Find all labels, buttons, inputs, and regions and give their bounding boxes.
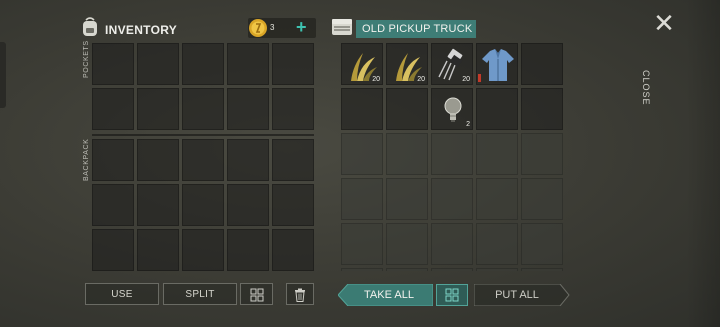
container-slot[interactable] [476, 178, 518, 220]
container-grid: 20 20 20 2 [341, 43, 563, 271]
sort-inventory-button[interactable] [240, 283, 273, 305]
pocket-slot[interactable] [227, 43, 269, 85]
container-slot[interactable] [431, 223, 473, 265]
pockets-label: POCKETS [83, 40, 90, 78]
discard-button[interactable] [286, 283, 314, 305]
close-icon[interactable]: ✕ [652, 10, 676, 36]
container-slot[interactable] [521, 223, 563, 265]
sort-grid-icon [445, 288, 459, 302]
backpack-slot[interactable] [137, 229, 179, 271]
section-divider [92, 134, 314, 136]
container-slot[interactable] [341, 268, 383, 271]
container-slot[interactable] [386, 88, 428, 130]
container-slot[interactable] [386, 178, 428, 220]
container-header: OLD PICKUP TRUCK [330, 16, 480, 40]
pocket-slot[interactable] [272, 88, 314, 130]
pocket-slot[interactable] [182, 88, 224, 130]
container-slot[interactable] [341, 223, 383, 265]
coin-icon [249, 19, 267, 37]
use-button[interactable]: USE [85, 283, 159, 305]
add-coins-button[interactable]: + [296, 16, 307, 38]
container-slot[interactable] [386, 268, 428, 271]
backpack-slot[interactable] [227, 184, 269, 226]
backpack-slot[interactable] [182, 184, 224, 226]
take-all-button[interactable]: TAKE ALL [338, 284, 433, 306]
container-slot[interactable] [476, 133, 518, 175]
backpack-slot[interactable] [137, 139, 179, 181]
sort-container-button[interactable] [436, 284, 468, 306]
container-slot[interactable] [476, 88, 518, 130]
container-slot[interactable] [521, 133, 563, 175]
right-shade [686, 0, 720, 327]
container-slot[interactable] [386, 223, 428, 265]
container-slot[interactable]: 2 [431, 88, 473, 130]
container-slot[interactable] [476, 223, 518, 265]
container-slot[interactable] [431, 133, 473, 175]
backpack-slot[interactable] [272, 229, 314, 271]
coin-counter: 3 + [248, 16, 316, 38]
item-quantity: 2 [466, 121, 470, 128]
pocket-slot[interactable] [92, 88, 134, 130]
container-slot[interactable] [341, 178, 383, 220]
put-all-label: PUT ALL [495, 289, 539, 301]
take-all-label: TAKE ALL [364, 289, 414, 301]
backpack-slot[interactable] [182, 229, 224, 271]
split-button[interactable]: SPLIT [163, 283, 237, 305]
pocket-slot[interactable] [272, 43, 314, 85]
container-slot[interactable] [521, 178, 563, 220]
trash-icon [295, 288, 305, 302]
close-label[interactable]: CLOSE [641, 70, 651, 106]
put-all-button[interactable]: PUT ALL [474, 284, 570, 306]
backpack-label: BACKPACK [83, 138, 90, 181]
container-slot[interactable]: 20 [431, 43, 473, 85]
backpack-icon [83, 17, 97, 36]
container-slot[interactable] [476, 43, 518, 85]
container-slot[interactable] [476, 268, 518, 271]
pocket-slot[interactable] [182, 43, 224, 85]
item-quantity: 20 [417, 76, 425, 83]
pocket-slot[interactable] [137, 43, 179, 85]
container-slot[interactable] [431, 268, 473, 271]
storage-box-icon [332, 19, 352, 35]
backpack-slot[interactable] [227, 229, 269, 271]
backpack-slot[interactable] [272, 184, 314, 226]
backpack-slot[interactable] [272, 139, 314, 181]
pocket-slot[interactable] [92, 43, 134, 85]
shirt-icon [482, 49, 514, 81]
container-slot[interactable] [521, 268, 563, 271]
container-slot[interactable] [521, 43, 563, 85]
backpack-slot[interactable] [92, 229, 134, 271]
durability-bar [478, 74, 481, 82]
inventory-header: INVENTORY 3 + [80, 16, 316, 40]
backpack-slot[interactable] [227, 139, 269, 181]
backpack-slot[interactable] [182, 139, 224, 181]
item-quantity: 20 [372, 76, 380, 83]
container-slot[interactable] [521, 88, 563, 130]
coin-count: 3 [270, 23, 275, 32]
inventory-title: INVENTORY [105, 23, 178, 37]
container-title: OLD PICKUP TRUCK [362, 23, 473, 35]
container-slot[interactable] [341, 133, 383, 175]
pocket-slot[interactable] [137, 88, 179, 130]
container-slot[interactable] [431, 178, 473, 220]
pockets-grid [92, 43, 314, 130]
backpack-slot[interactable] [92, 139, 134, 181]
backpack-slot[interactable] [137, 184, 179, 226]
container-slot[interactable] [341, 88, 383, 130]
backpack-slot[interactable] [92, 184, 134, 226]
container-slot[interactable]: 20 [386, 43, 428, 85]
side-tab-handle[interactable] [0, 42, 6, 108]
container-slot[interactable]: 20 [341, 43, 383, 85]
pocket-slot[interactable] [227, 88, 269, 130]
container-slot[interactable] [386, 133, 428, 175]
sort-grid-icon [250, 288, 263, 302]
item-quantity: 20 [462, 76, 470, 83]
backpack-grid [92, 139, 314, 271]
